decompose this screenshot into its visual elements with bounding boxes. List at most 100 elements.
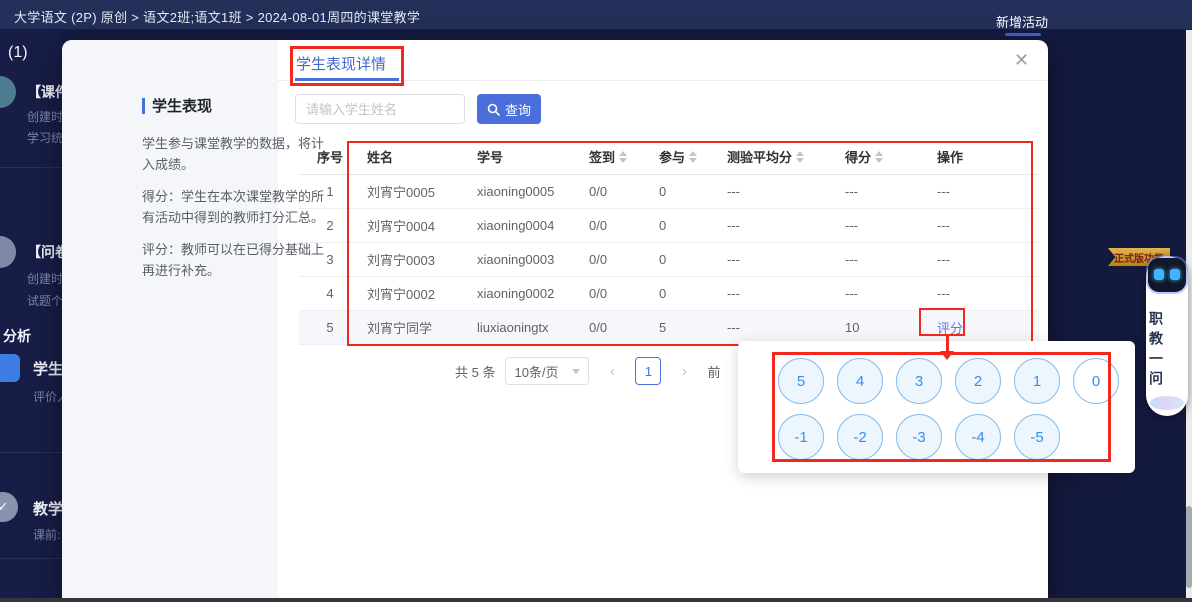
- table-cell: 10: [839, 320, 931, 335]
- table-body: 1刘宵宁0005xiaoning00050/00---------2刘宵宁000…: [299, 175, 1039, 345]
- score-button-0[interactable]: 0: [1073, 358, 1119, 404]
- score-button-1[interactable]: 1: [1014, 358, 1060, 404]
- panel-description-3: 评分：教师可以在已得分基础上再进行补充。: [142, 239, 324, 281]
- new-activity-button[interactable]: 新增活动: [996, 12, 1048, 31]
- score-button-4[interactable]: 4: [837, 358, 883, 404]
- column-header-7: 操作: [931, 147, 1031, 166]
- panel-title: 学生表现: [152, 95, 212, 116]
- sidebar-item-teaching[interactable]: 教学: [33, 498, 62, 519]
- breadcrumb[interactable]: 大学语文 (2P) 原创 > 语文2班;语文1班 > 2024-08-01周四的…: [14, 7, 420, 26]
- score-action-link[interactable]: 评分: [937, 318, 963, 337]
- search-button-label: 查询: [505, 100, 531, 119]
- score-button--2[interactable]: -2: [837, 414, 883, 460]
- new-activity-active-indicator: [1005, 33, 1041, 36]
- column-header-3[interactable]: 签到: [583, 147, 653, 166]
- column-header-6[interactable]: 得分: [839, 147, 931, 166]
- analysis-section-label: 分析: [3, 326, 31, 346]
- table-cell: xiaoning0002: [471, 286, 583, 301]
- table-cell: 刘宵宁0002: [361, 284, 471, 303]
- page-size-value: 10条/页: [514, 362, 558, 381]
- sort-caret-icon[interactable]: [689, 151, 697, 163]
- sort-caret-icon[interactable]: [619, 151, 627, 163]
- score-button-2[interactable]: 2: [955, 358, 1001, 404]
- search-button[interactable]: 查询: [477, 94, 541, 124]
- assistant-wave-decor: [1150, 396, 1184, 410]
- chevron-down-icon: [572, 369, 580, 374]
- sidebar-item-questionnaire[interactable]: 【问卷调: [27, 242, 62, 262]
- score-row-2: -1 -2 -3 -4 -5: [778, 414, 1060, 460]
- activity-sidebar: (1) 【课件】 创建时 学习统 【问卷调 创建时 试题个 分析 学生 评价人 …: [0, 30, 62, 602]
- student-table: 序号姓名学号签到参与测验平均分得分操作 1刘宵宁0005xiaoning0005…: [299, 139, 1039, 345]
- sort-caret-icon[interactable]: [875, 151, 883, 163]
- table-cell: xiaoning0003: [471, 252, 583, 267]
- panel-description-2: 得分：学生在本次课堂教学的所有活动中得到的教师打分汇总。: [142, 186, 324, 228]
- table-cell: 0: [653, 184, 721, 199]
- table-cell: 0/0: [583, 286, 653, 301]
- table-cell: ---: [721, 218, 839, 233]
- table-cell: 4: [299, 286, 361, 301]
- table-cell: xiaoning0004: [471, 218, 583, 233]
- activity-count: (1): [8, 44, 28, 62]
- divider: [0, 558, 62, 559]
- score-button--1[interactable]: -1: [778, 414, 824, 460]
- score-button--3[interactable]: -3: [896, 414, 942, 460]
- panel-description-1: 学生参与课堂教学的数据，将计入成绩。: [142, 133, 324, 175]
- table-cell: 5: [653, 320, 721, 335]
- table-cell: 3: [299, 252, 361, 267]
- table-cell: ---: [931, 184, 1031, 199]
- table-cell: 0/0: [583, 252, 653, 267]
- table-row: 3刘宵宁0003xiaoning00030/00---------: [299, 243, 1039, 277]
- tab-active-indicator: [295, 78, 399, 81]
- teaching-pre-class: 课前:: [33, 526, 60, 543]
- sidebar-item-courseware[interactable]: 【课件】: [27, 82, 62, 102]
- assistant-widget[interactable]: 职教一问: [1146, 256, 1188, 416]
- table-row: 1刘宵宁0005xiaoning00050/00---------: [299, 175, 1039, 209]
- table-cell: ---: [839, 184, 931, 199]
- table-cell: ---: [931, 286, 1031, 301]
- courseware-stats[interactable]: 学习统: [27, 129, 62, 146]
- scrollbar-thumb[interactable]: [1186, 506, 1192, 588]
- pagination: 共 5 条 10条/页 ‹ 1 › 前: [455, 357, 720, 385]
- student-report-icon: [0, 354, 20, 382]
- sidebar-item-student[interactable]: 学生: [33, 358, 62, 379]
- table-cell: 1: [299, 184, 361, 199]
- questionnaire-icon: [0, 236, 16, 268]
- table-cell: 刘宵宁0004: [361, 216, 471, 235]
- courseware-meta: 创建时: [27, 108, 62, 125]
- table-cell: 2: [299, 218, 361, 233]
- search-input[interactable]: [295, 94, 465, 124]
- next-page-button[interactable]: ›: [671, 357, 697, 385]
- student-evaluator: 评价人: [33, 388, 62, 405]
- score-row-1: 543210: [778, 358, 1119, 404]
- modal-left-panel: 学生表现 学生参与课堂教学的数据，将计入成绩。 得分：学生在本次课堂教学的所有活…: [62, 40, 278, 602]
- score-button-5[interactable]: 5: [778, 358, 824, 404]
- robot-icon: [1148, 258, 1186, 292]
- prev-page-button[interactable]: ‹: [599, 357, 625, 385]
- table-cell: 0: [653, 218, 721, 233]
- column-header-4[interactable]: 参与: [653, 147, 721, 166]
- table-row: 2刘宵宁0004xiaoning00040/00---------: [299, 209, 1039, 243]
- score-button--4[interactable]: -4: [955, 414, 1001, 460]
- table-cell: 0/0: [583, 320, 653, 335]
- page-size-select[interactable]: 10条/页: [505, 357, 589, 385]
- column-header-5[interactable]: 测验平均分: [721, 147, 839, 166]
- score-popup: 543210 -1 -2 -3 -4 -5: [738, 341, 1135, 473]
- table-header-row: 序号姓名学号签到参与测验平均分得分操作: [299, 139, 1039, 175]
- close-icon[interactable]: ✕: [1014, 50, 1029, 71]
- screen: 大学语文 (2P) 原创 > 语文2班;语文1班 > 2024-08-01周四的…: [0, 0, 1192, 602]
- questionnaire-meta: 创建时: [27, 270, 62, 287]
- total-count: 共 5 条: [455, 362, 495, 381]
- current-page-button[interactable]: 1: [635, 357, 661, 385]
- courseware-icon: [0, 76, 16, 108]
- column-header-2: 学号: [471, 147, 583, 166]
- tab-performance-detail[interactable]: 学生表现详情: [296, 53, 386, 74]
- score-button-3[interactable]: 3: [896, 358, 942, 404]
- table-cell: 0: [653, 252, 721, 267]
- robot-eye-left: [1154, 269, 1164, 280]
- sort-caret-icon[interactable]: [796, 151, 804, 163]
- score-button--5[interactable]: -5: [1014, 414, 1060, 460]
- divider: [0, 452, 62, 453]
- table-cell: xiaoning0005: [471, 184, 583, 199]
- table-row: 5刘宵宁同学liuxiaoningtx0/05---10评分: [299, 311, 1039, 345]
- table-cell: ---: [721, 184, 839, 199]
